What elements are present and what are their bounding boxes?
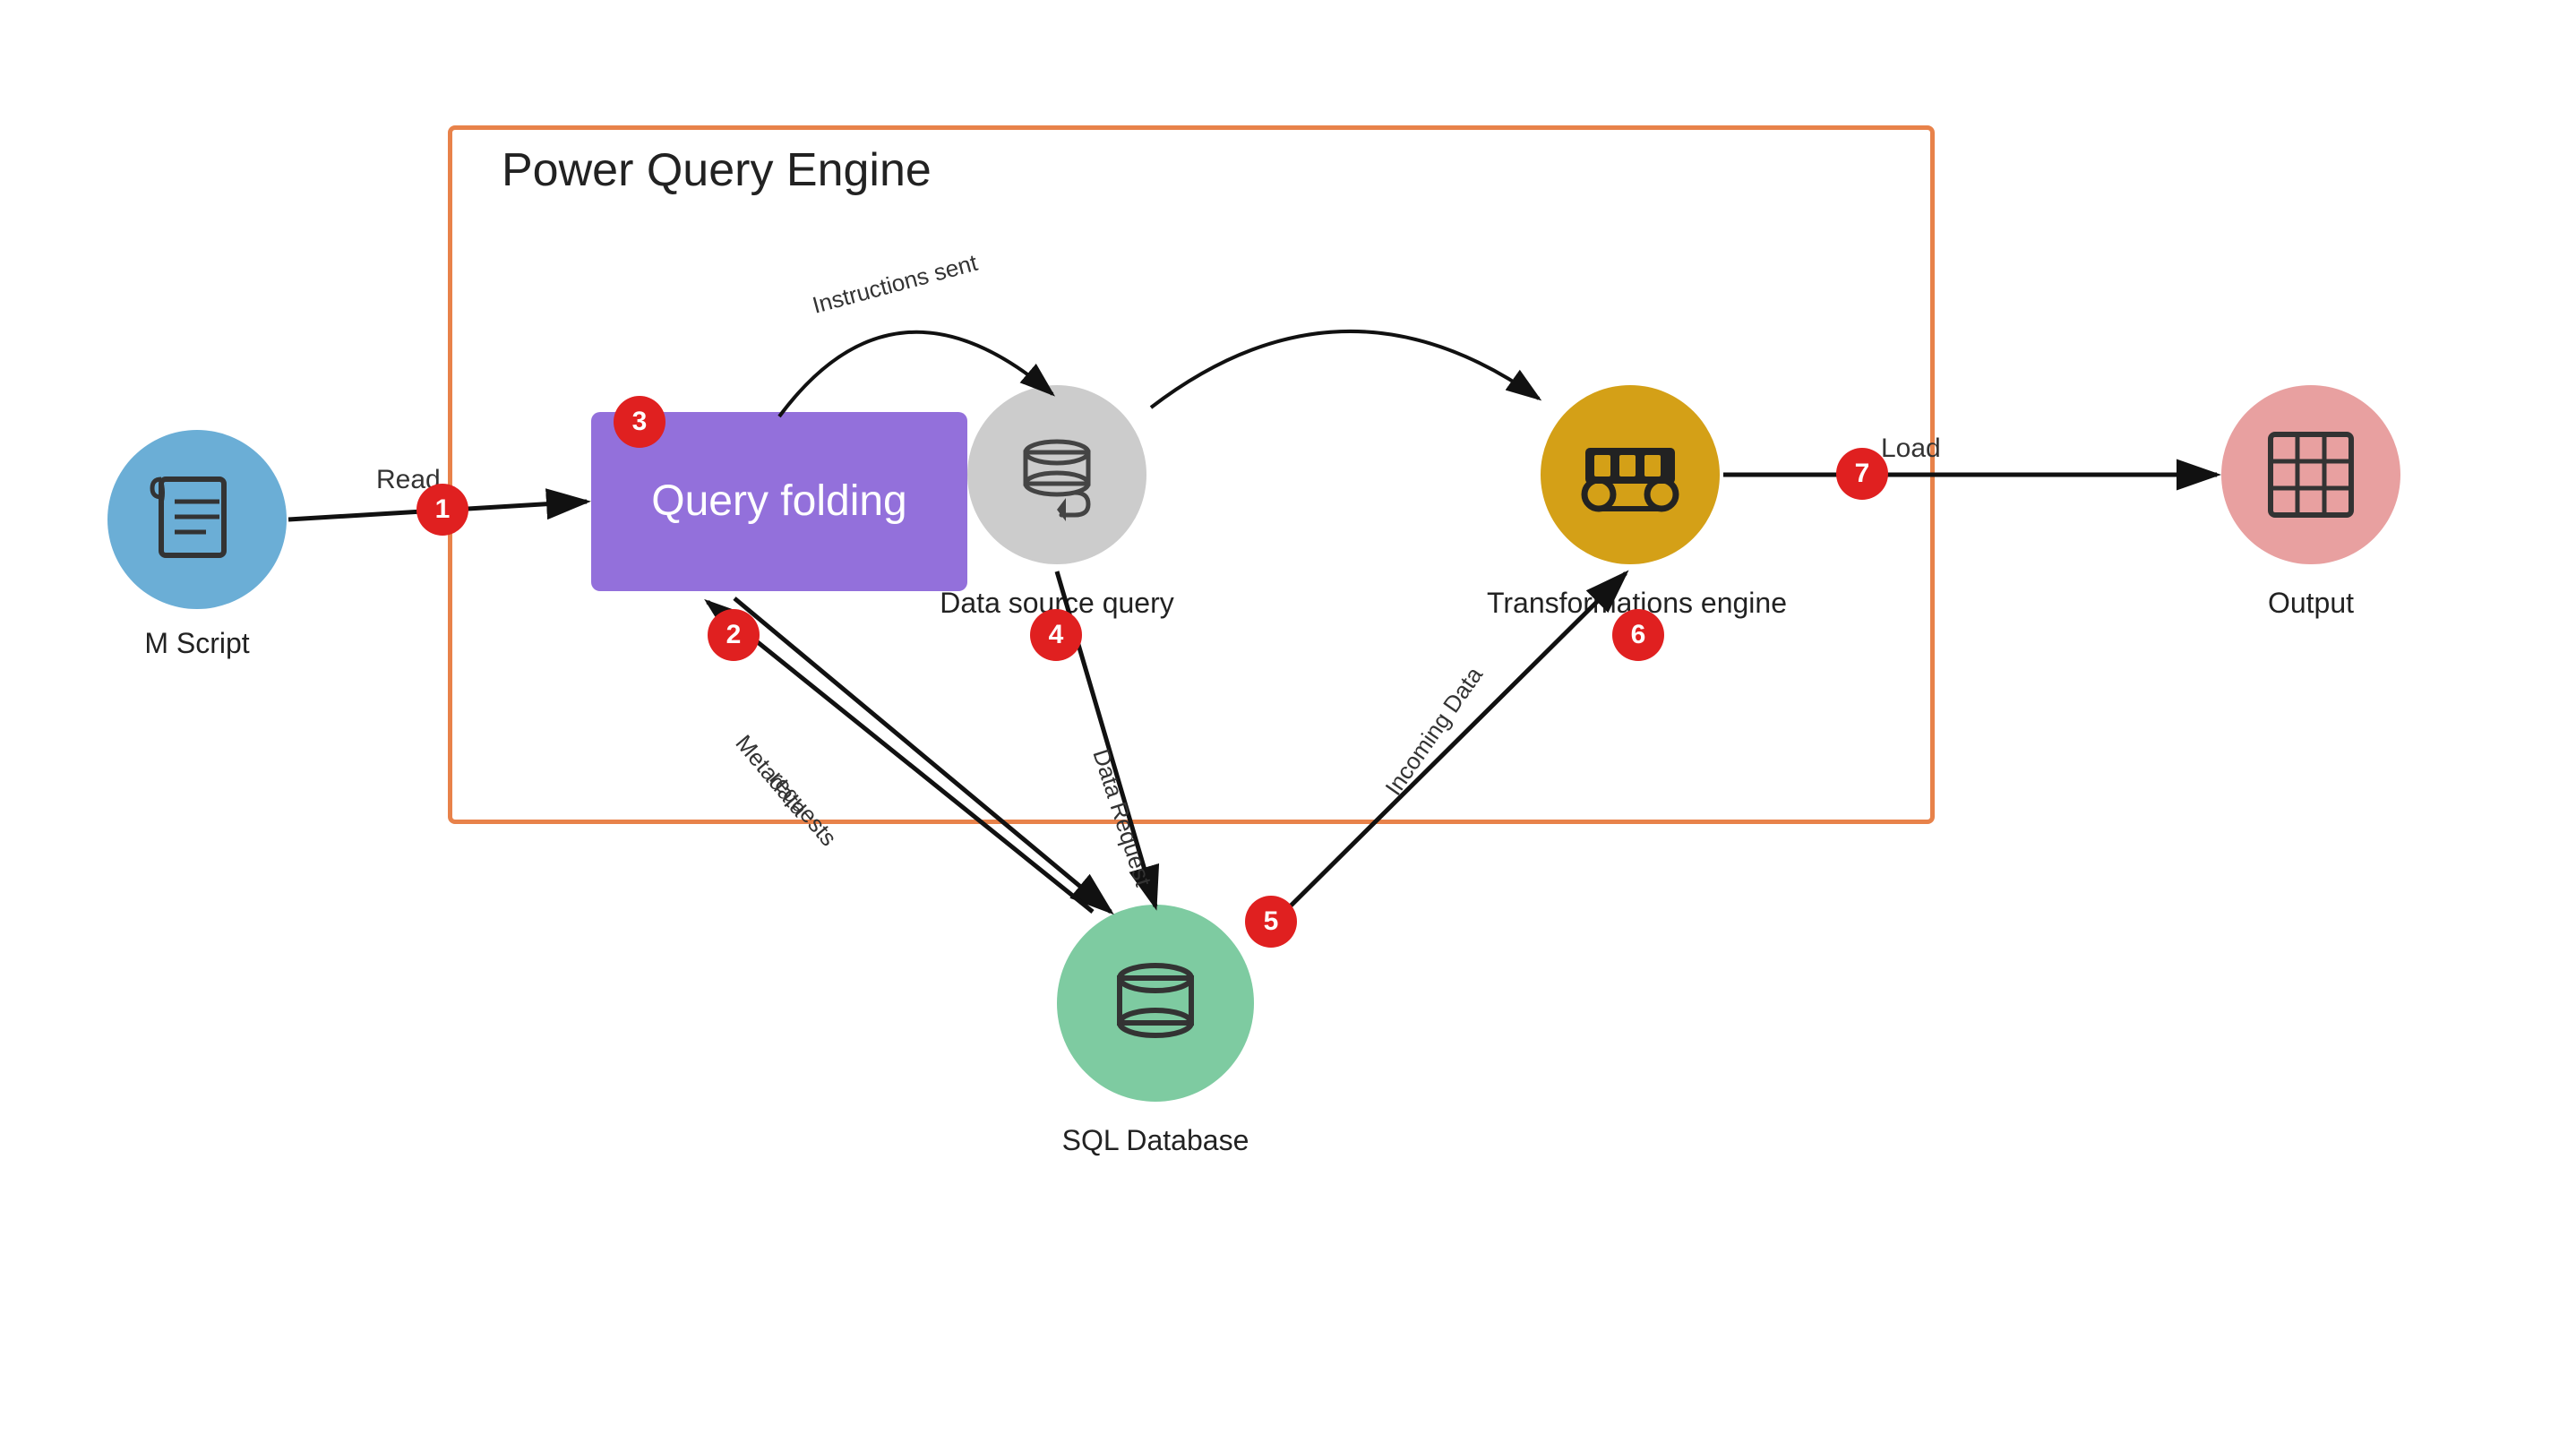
incoming-data-label: Incoming Data (1379, 661, 1488, 800)
badge-5: 5 (1245, 896, 1297, 948)
arrow-incoming-data (1256, 573, 1626, 940)
badge-6: 6 (1612, 609, 1664, 661)
badge-7: 7 (1836, 448, 1888, 500)
data-request-label: Data Request (1087, 746, 1157, 890)
badge-2: 2 (708, 609, 760, 661)
instructions-sent-label: Instructions sent (810, 249, 981, 319)
badge-3: 3 (614, 396, 665, 448)
metadata-requests-label2: requests (764, 766, 842, 852)
diagram-container: Power Query Engine M Script Query foldin… (0, 0, 2576, 1451)
badge-1: 1 (416, 484, 468, 536)
badge-4: 4 (1030, 609, 1082, 661)
load-label: Load (1881, 434, 1941, 463)
arrows-svg: Read Load Instructions sent Metadata req… (0, 0, 2576, 1451)
arrow-instructions-sent-2 (1151, 331, 1539, 408)
arrow-instructions-sent (779, 332, 1052, 416)
